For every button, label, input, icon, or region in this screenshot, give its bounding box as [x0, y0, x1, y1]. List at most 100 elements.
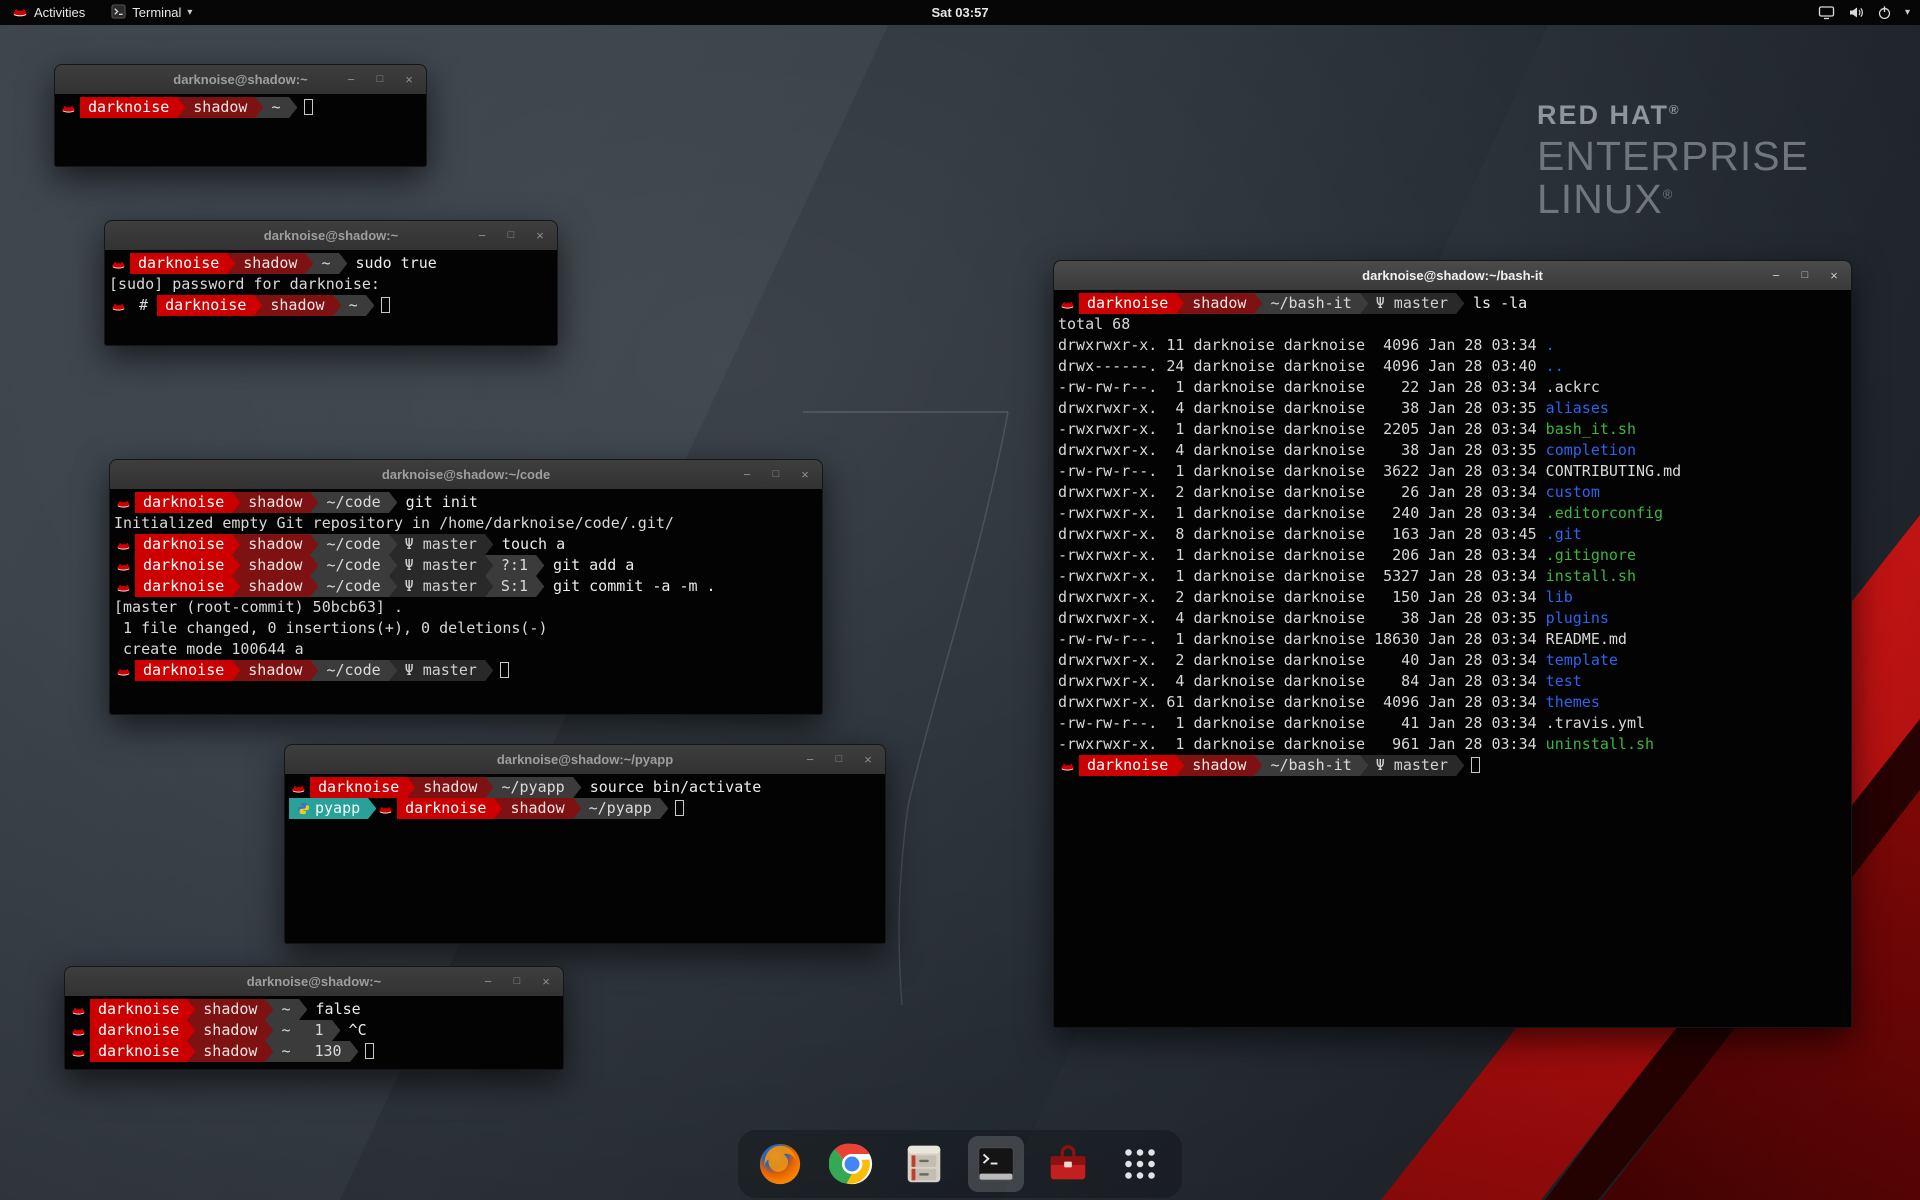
prompt-segment-git: Ψ master: [1368, 755, 1456, 776]
close-button[interactable]: ×: [861, 753, 875, 766]
maximize-button[interactable]: □: [373, 74, 387, 85]
terminal-text: Initialized empty Git repository in /hom…: [114, 513, 674, 534]
minimize-button[interactable]: −: [344, 73, 358, 86]
window-titlebar[interactable]: darknoise@shadow:~/code − □ ×: [110, 460, 822, 490]
window-title: darknoise@shadow:~/pyapp: [497, 752, 673, 767]
powerline-separator: [177, 97, 185, 118]
terminal-text: -rw-rw-r--. 1 darknoise darknoise 18630 …: [1058, 629, 1546, 650]
maximize-button[interactable]: □: [510, 976, 524, 987]
terminal-line: darknoiseshadow~/codeΨ master touch a: [114, 534, 818, 555]
terminal-text: ^C: [340, 1020, 367, 1041]
prompt-segment-host: shadow: [240, 492, 310, 513]
terminal-content[interactable]: darknoiseshadow~: [55, 94, 426, 166]
maximize-button[interactable]: □: [769, 469, 783, 480]
window-titlebar[interactable]: darknoise@shadow:~ − □ ×: [55, 65, 426, 95]
volume-icon[interactable]: [1848, 5, 1864, 20]
window-titlebar[interactable]: darknoise@shadow:~/pyapp − □ ×: [285, 745, 885, 775]
terminal-text: git commit -a -m .: [544, 576, 716, 597]
terminal-window-code: darknoise@shadow:~/code − □ × darknoises…: [109, 459, 823, 715]
prompt-segment-host: shadow: [235, 253, 305, 274]
terminal-text: -rw-rw-r--. 1 darknoise darknoise 22 Jan…: [1058, 377, 1546, 398]
redhat-icon: [114, 576, 135, 597]
close-button[interactable]: ×: [798, 468, 812, 481]
terminal-text: completion: [1546, 440, 1636, 461]
window-titlebar[interactable]: darknoise@shadow:~/bash-it − □ ×: [1054, 261, 1851, 291]
close-button[interactable]: ×: [533, 229, 547, 242]
prompt-segment-host: shadow: [262, 295, 332, 316]
window-title: darknoise@shadow:~/code: [382, 467, 550, 482]
clock[interactable]: Sat 03:57: [931, 5, 988, 20]
terminal-text: aliases: [1546, 398, 1609, 419]
dock-item-terminal[interactable]: [968, 1136, 1024, 1192]
dock-item-app-grid[interactable]: [1112, 1136, 1168, 1192]
powerline-separator: [366, 295, 374, 316]
terminal-content[interactable]: darknoiseshadow~/pyapp source bin/activa…: [285, 774, 885, 943]
powerline-separator: [187, 999, 195, 1020]
window-title: darknoise@shadow:~/bash-it: [1362, 268, 1543, 283]
close-button[interactable]: ×: [1827, 269, 1841, 282]
prompt-segment-host: shadow: [240, 576, 310, 597]
powerline-separator: [389, 660, 397, 681]
activities-label: Activities: [34, 5, 85, 20]
terminal-text: create mode 100644 a: [114, 639, 304, 660]
terminal-content[interactable]: darknoiseshadow~ falsedarknoiseshadow~1 …: [65, 996, 563, 1069]
minimize-button[interactable]: −: [803, 753, 817, 766]
prompt-segment-host: shadow: [195, 1041, 265, 1062]
chevron-down-icon[interactable]: ▾: [1905, 7, 1910, 18]
terminal-text: .: [1546, 335, 1555, 356]
terminal-text: drwxrwxr-x. 4 darknoise darknoise 38 Jan…: [1058, 398, 1546, 419]
terminal-text: drwxrwxr-x. 2 darknoise darknoise 26 Jan…: [1058, 482, 1546, 503]
terminal-window-pyapp: darknoise@shadow:~/pyapp − □ × darknoise…: [284, 744, 886, 944]
close-button[interactable]: ×: [539, 975, 553, 988]
prompt-segment-host: shadow: [240, 534, 310, 555]
terminal-line: darknoiseshadow~/code git init: [114, 492, 818, 513]
dock-item-files[interactable]: [896, 1136, 952, 1192]
brand-line-linux: LINUX: [1537, 176, 1663, 222]
powerline-separator: [1176, 755, 1184, 776]
minimize-button[interactable]: −: [475, 229, 489, 242]
maximize-button[interactable]: □: [504, 230, 518, 241]
app-menu-terminal[interactable]: Terminal ▾: [107, 0, 196, 25]
power-icon[interactable]: [1877, 5, 1892, 20]
minimize-button[interactable]: −: [1769, 269, 1783, 282]
terminal-text: custom: [1546, 482, 1600, 503]
powerline-separator: [1254, 293, 1262, 314]
redhat-icon: [69, 1041, 90, 1062]
terminal-content[interactable]: darknoiseshadow~/bash-itΨ master ls -lat…: [1054, 290, 1851, 1027]
powerline-separator: [1254, 755, 1262, 776]
minimize-button[interactable]: −: [740, 468, 754, 481]
window-titlebar[interactable]: darknoise@shadow:~ − □ ×: [65, 967, 563, 997]
terminal-text: drwxrwxr-x. 61 darknoise darknoise 4096 …: [1058, 692, 1546, 713]
powerline-separator: [494, 798, 502, 819]
powerline-separator: [485, 576, 493, 597]
terminal-line: drwxrwxr-x. 8 darknoise darknoise 163 Ja…: [1058, 524, 1847, 545]
powerline-separator: [232, 555, 240, 576]
prompt-segment-stat: 1: [307, 1020, 332, 1041]
terminal-content[interactable]: darknoiseshadow~/code git initInitialize…: [110, 489, 822, 714]
terminal-text: CONTRIBUTING.md: [1546, 461, 1681, 482]
prompt-segment-user: darknoise: [80, 97, 177, 118]
display-icon[interactable]: [1818, 5, 1835, 20]
terminal-content[interactable]: darknoiseshadow~ sudo true[sudo] passwor…: [105, 250, 557, 345]
terminal-line: drwxrwxr-x. 61 darknoise darknoise 4096 …: [1058, 692, 1847, 713]
prompt-segment-user: darknoise: [135, 555, 232, 576]
maximize-button[interactable]: □: [1798, 270, 1812, 281]
terminal-line: [master (root-commit) 50bcb63] .: [114, 597, 818, 618]
window-title: darknoise@shadow:~: [173, 72, 307, 87]
dock-item-firefox[interactable]: [752, 1136, 808, 1192]
dock-item-toolbox[interactable]: [1040, 1136, 1096, 1192]
terminal-text: ls -la: [1464, 293, 1527, 314]
toolbox-icon: [1045, 1141, 1091, 1187]
prompt-segment-path: ~: [273, 999, 298, 1020]
prompt-segment-git: Ψ master: [397, 660, 485, 681]
minimize-button[interactable]: −: [481, 975, 495, 988]
close-button[interactable]: ×: [402, 73, 416, 86]
window-titlebar[interactable]: darknoise@shadow:~ − □ ×: [105, 221, 557, 251]
prompt-segment-host: shadow: [1184, 755, 1254, 776]
terminal-cursor: [365, 1043, 374, 1059]
activities-button[interactable]: Activities: [8, 0, 89, 25]
redhat-icon: [12, 5, 28, 21]
terminal-line: pyappdarknoiseshadow~/pyapp: [289, 798, 881, 819]
dock-item-chrome[interactable]: [824, 1136, 880, 1192]
maximize-button[interactable]: □: [832, 754, 846, 765]
